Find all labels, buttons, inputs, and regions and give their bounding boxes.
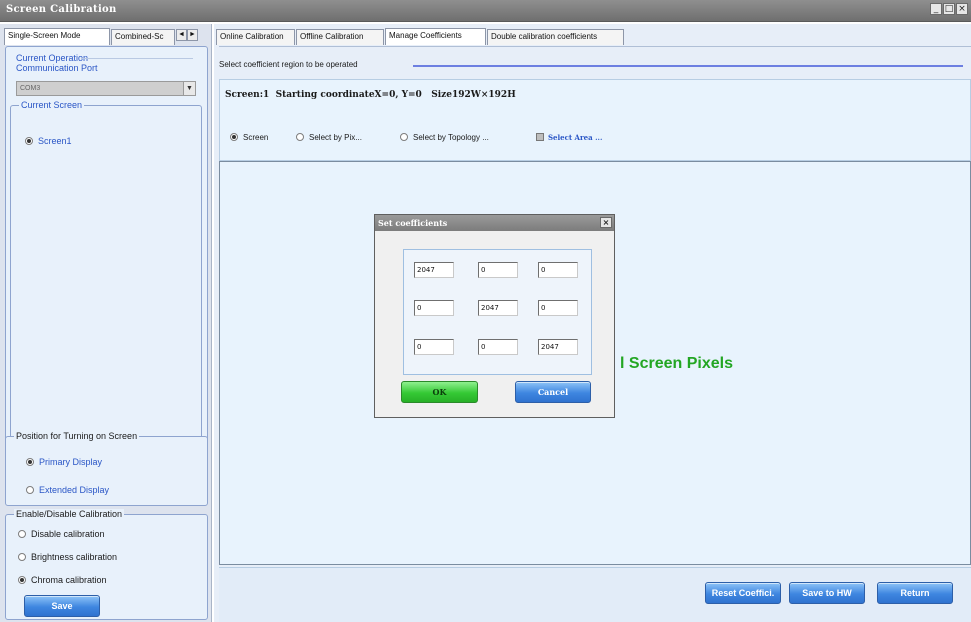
left-panel: Single-Screen Mode Combined-Sc ◄ ► Curre… <box>0 24 212 622</box>
radio-selected-icon[interactable] <box>18 576 26 584</box>
save-to-hw-button[interactable]: Save to HW <box>789 582 865 604</box>
tab-scroll-left-icon[interactable]: ◄ <box>176 29 187 41</box>
port-select-value: COM3 <box>20 85 41 92</box>
screen-option-screen1[interactable]: Screen1 <box>25 136 72 146</box>
tab-online-calibration[interactable]: Online Calibration <box>216 29 295 45</box>
current-operation-legend: Current Operation Communication Port <box>16 53 102 73</box>
region-info-panel: Screen:1 Starting coordinateX=0, Y=0 Siz… <box>219 79 971 161</box>
coefficient-input-r3c3[interactable]: 2047 <box>538 339 578 355</box>
region-option-label: Select by Topology ... <box>413 133 489 142</box>
calibration-option-chroma[interactable]: Chroma calibration <box>18 575 107 585</box>
port-select[interactable]: COM3 ▼ <box>16 81 196 96</box>
close-button[interactable]: × <box>956 3 968 15</box>
region-prompt: Select coefficient region to be operated <box>219 60 358 69</box>
calibration-group: Enable/Disable Calibration Disable calib… <box>5 509 208 620</box>
calibration-option-brightness[interactable]: Brightness calibration <box>18 552 117 562</box>
position-option-primary[interactable]: Primary Display <box>26 457 102 467</box>
screen-option-label: Screen1 <box>38 136 72 146</box>
dialog-close-icon[interactable]: × <box>600 217 612 228</box>
cancel-button[interactable]: Cancel <box>515 381 591 403</box>
radio-selected-icon[interactable] <box>25 137 33 145</box>
dialog-title: Set coefficients <box>378 218 448 228</box>
chevron-down-icon[interactable]: ▼ <box>183 82 195 95</box>
canvas-label: l Screen Pixels <box>620 355 733 372</box>
maximize-button[interactable]: □ <box>943 3 955 15</box>
radio-selected-icon[interactable] <box>26 458 34 466</box>
tab-scroll-arrows: ◄ ► <box>176 29 198 41</box>
current-screen-legend: Current Screen <box>19 100 85 110</box>
radio-icon[interactable] <box>400 133 408 141</box>
tab-strip-border <box>219 46 971 47</box>
region-option-by-topology[interactable]: Select by Topology ... <box>400 133 489 142</box>
calibration-option-disable[interactable]: Disable calibration <box>18 529 105 539</box>
tab-scroll-right-icon[interactable]: ► <box>187 29 198 41</box>
coefficient-input-r2c2[interactable]: 2047 <box>478 300 518 316</box>
tab-double-calibration-coefficients[interactable]: Double calibration coefficients <box>487 29 624 45</box>
port-label: Communication Port <box>16 63 98 73</box>
coefficient-input-r3c1[interactable]: 0 <box>414 339 454 355</box>
coefficient-input-r1c1[interactable]: 2047 <box>414 262 454 278</box>
return-button[interactable]: Return <box>877 582 953 604</box>
reset-coefficients-button[interactable]: Reset Coeffici. <box>705 582 781 604</box>
legend-rule <box>81 58 193 59</box>
position-option-extended[interactable]: Extended Display <box>26 485 109 495</box>
calibration-option-label: Disable calibration <box>31 529 105 539</box>
radio-icon[interactable] <box>26 486 34 494</box>
region-option-screen[interactable]: Screen <box>230 133 268 142</box>
title-bar: Screen Calibration _ □ × <box>0 0 971 22</box>
position-option-label: Primary Display <box>39 457 103 467</box>
select-area-label: Select Area ... <box>548 133 603 142</box>
ok-button[interactable]: OK <box>401 381 478 403</box>
tab-manage-coefficients[interactable]: Manage Coefficients <box>385 28 486 45</box>
bottom-button-bar: Reset Coeffici. Save to HW Return <box>219 567 971 622</box>
tab-combined-screen[interactable]: Combined-Sc <box>111 29 175 45</box>
checkbox-icon[interactable] <box>536 133 544 141</box>
save-button[interactable]: Save <box>24 595 100 617</box>
calibration-legend: Enable/Disable Calibration <box>14 509 125 519</box>
coefficient-input-r1c2[interactable]: 0 <box>478 262 518 278</box>
radio-icon[interactable] <box>18 530 26 538</box>
calibration-option-label: Chroma calibration <box>31 575 107 585</box>
region-prompt-rule <box>413 65 963 67</box>
radio-selected-icon[interactable] <box>230 133 238 141</box>
region-option-label: Select by Pix... <box>309 133 362 142</box>
region-option-by-pixel[interactable]: Select by Pix... <box>296 133 362 142</box>
screen-info: Screen:1 Starting coordinateX=0, Y=0 Siz… <box>225 90 516 100</box>
tab-single-screen-mode[interactable]: Single-Screen Mode <box>4 28 110 45</box>
dialog-title-bar: Set coefficients × <box>375 215 614 231</box>
position-group: Position for Turning on Screen Primary D… <box>5 431 208 506</box>
set-coefficients-dialog: Set coefficients × 2047 0 0 0 2047 0 0 0… <box>374 214 615 418</box>
radio-icon[interactable] <box>296 133 304 141</box>
current-operation-panel: Current Operation Communication Port COM… <box>5 46 208 451</box>
position-legend: Position for Turning on Screen <box>14 431 140 441</box>
minimize-button[interactable]: _ <box>930 3 942 15</box>
coefficient-matrix: 2047 0 0 0 2047 0 0 0 2047 <box>403 249 592 375</box>
coefficient-input-r3c2[interactable]: 0 <box>478 339 518 355</box>
window-controls: _ □ × <box>930 3 968 15</box>
current-screen-group: Current Screen Screen1 <box>10 100 202 448</box>
window-title: Screen Calibration <box>6 4 117 15</box>
calibration-option-label: Brightness calibration <box>31 552 118 562</box>
position-option-label: Extended Display <box>39 485 110 495</box>
tab-offline-calibration[interactable]: Offline Calibration <box>296 29 384 45</box>
select-area-checkbox[interactable]: Select Area ... <box>536 133 602 142</box>
radio-icon[interactable] <box>18 553 26 561</box>
coefficient-input-r1c3[interactable]: 0 <box>538 262 578 278</box>
coefficient-input-r2c1[interactable]: 0 <box>414 300 454 316</box>
region-option-label: Screen <box>243 133 269 142</box>
coefficient-input-r2c3[interactable]: 0 <box>538 300 578 316</box>
